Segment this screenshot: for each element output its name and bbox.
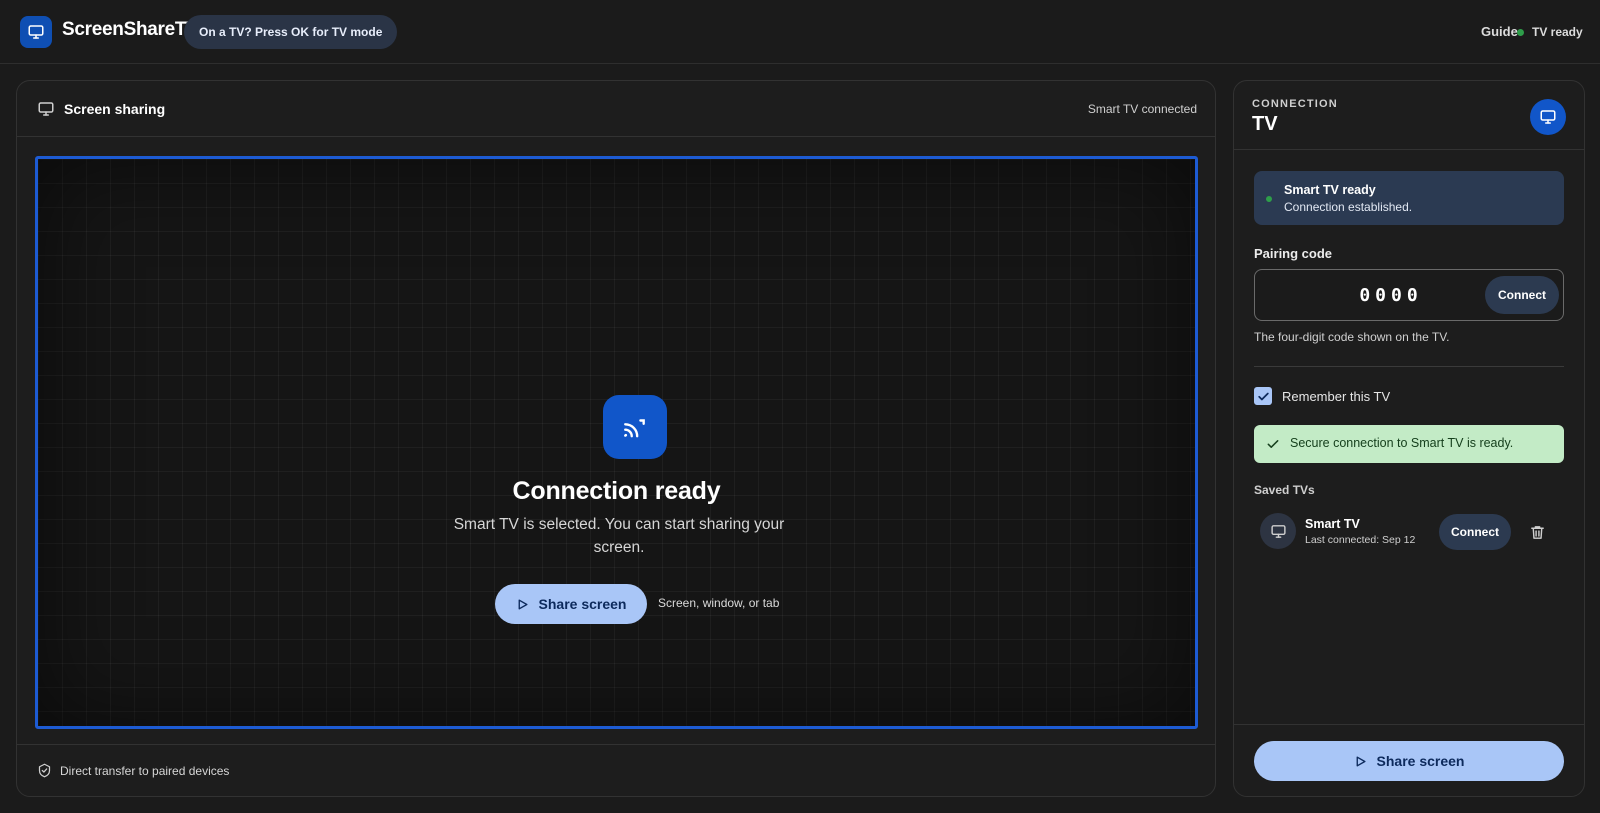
success-banner: Secure connection to Smart TV is ready. xyxy=(1254,425,1564,463)
ready-heading: Connection ready xyxy=(512,477,721,505)
saved-tvs-heading: Saved TVs xyxy=(1254,483,1315,497)
connection-header: CONNECTION TV xyxy=(1234,81,1584,150)
guide-link[interactable]: Guide xyxy=(1481,24,1518,39)
section-title: TV xyxy=(1252,113,1278,135)
tv-status-subtitle: Connection established. xyxy=(1284,200,1413,214)
pairing-connect-button[interactable]: Connect xyxy=(1485,276,1559,314)
cast-icon xyxy=(603,395,667,459)
monitor-icon[interactable] xyxy=(20,16,52,48)
remember-label[interactable]: Remember this TV xyxy=(1282,389,1390,404)
screen-sharing-panel: Screen sharing Smart TV connected Connec… xyxy=(16,80,1216,797)
pairing-code-label: Pairing code xyxy=(1254,246,1333,261)
saved-tv-connect-button[interactable]: Connect xyxy=(1439,514,1511,550)
pairing-code-input[interactable] xyxy=(1255,270,1487,320)
tv-status-title: Smart TV ready xyxy=(1284,183,1376,197)
share-screen-label: Share screen xyxy=(538,596,627,612)
status-dot-icon xyxy=(1266,196,1272,202)
panel-title: Screen sharing xyxy=(64,101,166,117)
tv-mode-button[interactable]: On a TV? Press OK for TV mode xyxy=(184,15,398,49)
status-dot-icon xyxy=(1517,29,1524,36)
divider xyxy=(1254,366,1564,367)
shield-check-icon xyxy=(37,763,52,783)
share-screen-button[interactable]: Share screen xyxy=(495,584,647,624)
app-title: ScreenShareTV xyxy=(62,19,199,40)
footer-text: Direct transfer to paired devices xyxy=(60,764,230,778)
remember-checkbox[interactable] xyxy=(1254,387,1272,405)
top-bar: ScreenShareTV On a TV? Press OK for TV m… xyxy=(0,0,1600,64)
ready-description: Smart TV is selected. You can start shar… xyxy=(453,516,785,556)
saved-tv-meta: Last connected: Sep 12 xyxy=(1305,534,1416,546)
header-status: TV ready xyxy=(1532,25,1583,39)
share-hint: Screen, window, or tab xyxy=(658,596,780,610)
monitor-icon xyxy=(1260,513,1296,549)
panel-footer: Direct transfer to paired devices xyxy=(17,744,1215,796)
play-icon xyxy=(1356,755,1366,767)
checkmark-icon xyxy=(1266,437,1280,456)
connection-footer: Share screen xyxy=(1234,724,1584,796)
connection-status: Smart TV connected xyxy=(1087,102,1197,116)
play-icon xyxy=(518,598,528,610)
saved-tv-name: Smart TV xyxy=(1305,517,1360,531)
monitor-icon[interactable] xyxy=(1530,99,1566,135)
connection-panel: CONNECTION TV Smart TV ready Connection … xyxy=(1233,80,1585,797)
checkmark-icon xyxy=(1257,392,1269,400)
pairing-code-field: Connect xyxy=(1254,269,1564,321)
share-screen-button[interactable]: Share screen xyxy=(1254,741,1564,781)
pairing-code-help: The four-digit code shown on the TV. xyxy=(1254,330,1450,344)
success-message: Secure connection to Smart TV is ready. xyxy=(1290,436,1514,450)
panel-header: Screen sharing Smart TV connected xyxy=(17,81,1215,137)
monitor-icon xyxy=(37,100,55,123)
section-eyebrow: CONNECTION xyxy=(1252,98,1338,110)
preview-stage: Connection ready Smart TV is selected. Y… xyxy=(35,156,1198,729)
tv-status-card: Smart TV ready Connection established. xyxy=(1254,171,1564,225)
trash-icon[interactable] xyxy=(1526,521,1548,543)
share-screen-label: Share screen xyxy=(1376,753,1465,769)
